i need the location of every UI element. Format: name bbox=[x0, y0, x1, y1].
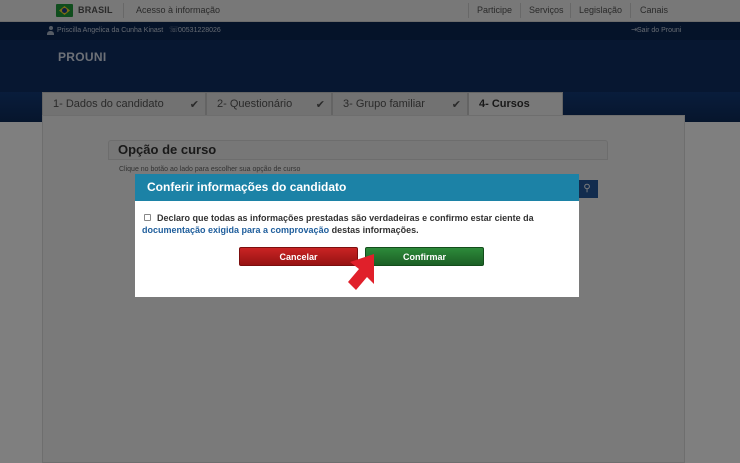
pointer-arrow-icon bbox=[348, 254, 374, 290]
dialog-header: Conferir informações do candidato bbox=[135, 174, 579, 201]
documentation-link[interactable]: documentação exigida para a comprovação bbox=[142, 225, 329, 235]
declaration-text: Declaro que todas as informações prestad… bbox=[157, 213, 534, 223]
confirm-button[interactable]: Confirmar bbox=[365, 247, 484, 266]
declaration-checkbox[interactable] bbox=[144, 214, 151, 221]
declaration-text-end: destas informações. bbox=[331, 225, 419, 235]
declaration-line2: documentação exigida para a comprovação … bbox=[142, 225, 419, 235]
cancel-button[interactable]: Cancelar bbox=[239, 247, 358, 266]
dialog-title: Conferir informações do candidato bbox=[147, 180, 347, 194]
